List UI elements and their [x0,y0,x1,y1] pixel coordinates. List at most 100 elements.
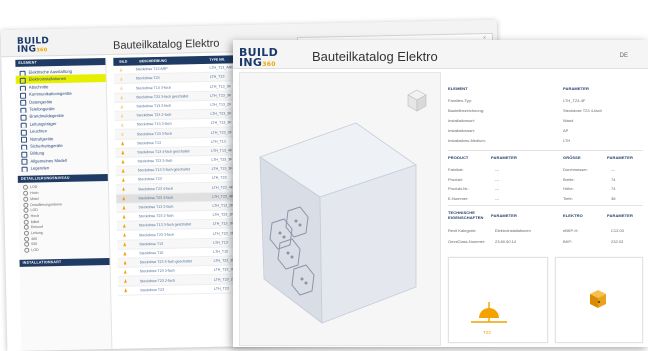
socket-icon [120,68,123,72]
radio-icon[interactable] [23,207,29,214]
row-type: LTH_T23_3F [213,258,235,263]
row-type: LTH_T13_3F [212,221,234,227]
radio-icon[interactable] [24,247,30,253]
sidebar-item[interactable]: Legenden [18,163,108,173]
row-description: Steckdose T13 4-fach geschaltet [137,149,190,155]
row-type: LTH_T23_3F [212,230,234,236]
language-selector[interactable]: DE [620,53,628,59]
row-description: Steckdose T23 3-fach geschaltet [136,94,189,100]
radio-icon[interactable] [24,236,30,242]
radio-icon[interactable] [23,202,29,208]
row-description: Steckdose T23 4-fach [138,186,173,192]
radio-icon[interactable] [23,196,29,202]
row-type: LTH_T23_4F [212,194,234,199]
row-type: LTH_T23 [211,175,227,181]
radio-icon[interactable] [23,219,29,225]
col-image[interactable]: BILD [119,60,127,64]
product-thumbnail-icon [590,290,606,308]
row-description: Steckdose T23 4-fach [138,195,174,201]
element-param-header: PARAMETER [563,86,589,91]
col-description[interactable]: BESCHREIBUNG [139,59,167,64]
tech-header-line2: EIGENSCHAFTEN [448,215,484,220]
row-description: Steckdose T13 3-fach geschaltet [138,222,192,228]
sidebar-item-label: Leitungsträger [29,120,57,127]
col-type[interactable]: TYPE NR. [209,58,225,62]
size-value: 74 [611,176,616,182]
level-label: LOD [31,247,39,253]
sidebar-item-label: Bildung [30,150,45,156]
row-type: LTH_T13_3F [209,83,231,89]
thumbnail-card[interactable] [555,257,643,343]
sidebar-item-label: Elektrische Ausstattung [28,68,73,75]
level-label: Hoch [30,191,39,196]
logo[interactable]: BUILD ING360 [239,47,278,68]
socket-icon [120,114,123,118]
row-description: Steckdose T15 [139,250,164,256]
elektro-value: 232.03 [611,239,624,244]
sidebar-item-label: Legenden [30,165,50,171]
divider [448,205,643,206]
3d-viewer[interactable] [239,72,441,346]
row-description: Steckdose T13 3-fach geschaltet [137,167,190,173]
row-type: LTH_T13_3F [210,120,232,126]
socket-icon [122,205,125,209]
element-header: ELEMENT [448,86,468,91]
sidebar-section-level: DETAILLIERUNGSNIVEAU [17,174,108,184]
radio-icon[interactable] [24,242,30,248]
socket-model[interactable] [259,122,417,324]
product-value: --- [495,167,499,172]
sidebar-item-label: Elektroinstallationen [28,76,67,83]
product-label: E-Nummer: [448,195,469,201]
socket-icon [123,251,126,255]
radio-icon[interactable] [22,185,29,191]
logo[interactable]: BUILD ING360 [17,36,50,55]
row-description: Steckdose T13 3-fach [135,85,171,90]
row-type: LTH_T23 [214,286,229,291]
socket-icon [120,77,123,81]
size-header: GRÖSSE [563,155,581,160]
logo-bottom: ING [17,44,37,55]
level-label: Entwurf [30,225,44,230]
view-cube-icon[interactable] [407,89,427,112]
radio-icon[interactable] [23,224,29,231]
row-description: Steckdose T13 [137,140,162,146]
sidebar-item-label: Abschnitte [28,84,49,90]
sidebar-item-label: Datengeräte [29,98,53,105]
symbol-card[interactable]: T23 [448,257,548,343]
sidebar-item-label: Sicherheitsgeräte [30,142,63,149]
row-description: Steckdose T23 3-fach [139,268,175,274]
radio-icon[interactable] [23,213,29,219]
level-option[interactable]: LOD [19,246,109,254]
row-description: Steckdose T13 2-fach [136,103,172,109]
row-type: LTH_T23_4F [211,185,233,190]
row-description: Steckdose T23 3-fach [137,158,173,164]
logo-suffix: 360 [36,47,48,54]
row-description: Steckdose T13 ARP [135,66,168,72]
row-type: LTH_T23_2F [212,212,234,218]
element-value: Steckdose T23 4-fach [563,108,602,113]
row-description: Steckdose T23 2-fach [138,213,174,219]
row-type: LTH_T23_3F [210,129,232,135]
size-value: 38 [611,195,616,201]
product-value: --- [495,186,499,191]
socket-icon [124,270,127,274]
level-label: Hoch [30,213,40,219]
socket-icon [122,169,125,173]
radio-icon[interactable] [23,190,29,196]
row-type: LTH_T13_ARP [209,65,234,71]
element-label: Installationsart: [448,128,475,133]
sidebar-item-label: Brandmeldegeräte [29,113,65,119]
radio-icon[interactable] [23,230,30,236]
element-label: Installationsort: [448,118,475,123]
element-label: Installations-Medium: [448,138,486,143]
size-param-header: PARAMETER [607,155,633,160]
elektro-value: C12.03 [611,228,624,233]
element-value: LTH_T23-4F [563,98,586,103]
size-label: Höhe: [563,186,574,191]
product-header: PRODUCT [448,155,469,160]
tech-label: Revit Kategorie: [448,228,477,233]
sidebar-item-label: Allgemeines Modell [30,157,67,164]
socket-icon [123,215,126,219]
3d-model-view[interactable] [240,73,440,345]
level-label: Mittel [30,219,40,224]
